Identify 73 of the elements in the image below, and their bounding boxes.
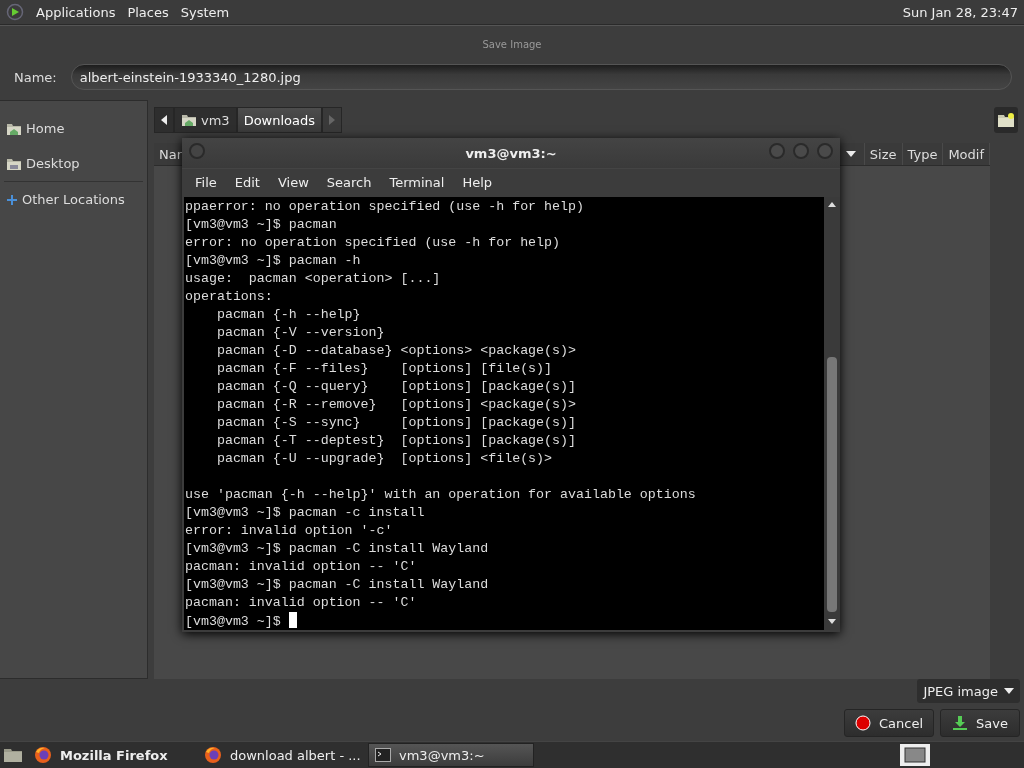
terminal-line: use 'pacman {-h --help}' with an operation for available options [185,486,696,504]
sidebar-item[interactable]: Other Locations [0,182,147,217]
panel-menu[interactable]: System [180,4,230,20]
file-type-dropdown[interactable]: JPEG image [917,679,1020,703]
terminal-line: pacman {-V --version} [215,325,385,340]
menu-item[interactable]: Help [453,174,502,190]
back-button[interactable] [154,107,174,133]
home-folder-icon [181,113,197,127]
panel-menu[interactable]: Applications [36,4,116,20]
menu-item[interactable]: View [268,174,318,190]
new-folder-button[interactable] [994,107,1018,133]
terminal-icon [375,748,391,762]
firefox-icon [34,746,52,764]
workspace-switcher[interactable] [900,744,930,766]
path-button[interactable]: Downloads [236,107,323,133]
folder-star-icon [997,112,1015,128]
terminal-line: error: no operation specified (use -h for help) [185,235,561,250]
menu-item[interactable]: Search [317,174,381,190]
terminal-line: [vm3@vm3 ~]$ [185,614,282,629]
caret-down-icon [1004,688,1014,694]
terminal-line: [vm3@vm3 ~]$ pacman -C install Wayland [185,577,489,592]
cursor [288,612,297,628]
terminal-line: pacman: invalid option -- 'C' [185,559,417,574]
terminal-line: ppaerror: no operation specified (use -h for help) [185,199,584,214]
menu-item[interactable]: File [186,174,226,190]
distro-logo-icon [6,3,24,21]
terminal-line: [vm3@vm3 ~]$ pacman -c install [185,505,425,520]
save-button[interactable]: Save [940,709,1020,737]
path-button[interactable]: vm3 [174,107,237,133]
cancel-button[interactable]: Cancel [843,709,934,737]
terminal-line: pacman {-D --database} <options> <package(s)> [215,343,576,358]
desktop-folder-icon [6,156,22,171]
taskbar-item[interactable]: vm3@vm3:~ [368,743,534,767]
workspace-icon [904,747,926,763]
terminal-line: pacman {-U --upgrade} [options] <file(s)> [215,451,553,466]
panel-clock[interactable]: Sun Jan 28, 23:47 [902,4,1018,20]
panel-menu[interactable]: Places [127,4,169,20]
plus-icon [6,193,18,206]
left-arrow-icon [161,115,167,125]
terminal-line: pacman {-S --sync} [options] [package(s)] [215,415,576,430]
window-title: vm3@vm3:~ [465,145,557,161]
terminal-line: pacman {-T --deptest} [options] [package(s)] [215,433,576,448]
column-header[interactable]: Size [864,143,903,165]
sidebar-item[interactable]: Desktop [0,146,147,181]
terminal-line: pacman {-h --help} [215,307,361,322]
dialog-title: Save Image [0,25,1024,62]
column-header[interactable]: Modif [943,143,990,165]
terminal-line: pacman {-F --files} [options] [file(s)] [215,361,553,376]
home-folder-icon [6,121,22,136]
column-header[interactable]: Type [902,143,944,165]
taskbar-item[interactable]: Mozilla Firefox [28,743,194,767]
terminal-line: [vm3@vm3 ~]$ pacman [185,217,337,232]
show-desktop-icon[interactable] [2,746,24,764]
taskbar-item[interactable]: download albert - ... [198,743,364,767]
terminal-line: [vm3@vm3 ~]$ pacman -h [185,253,361,268]
terminal-line: [vm3@vm3 ~]$ pacman -C install Wayland [185,541,489,556]
forward-button[interactable] [322,107,343,133]
terminal-line: error: invalid option '-c' [185,523,393,538]
download-icon [952,715,969,731]
firefox-icon [204,746,222,764]
menu-item[interactable]: Terminal [380,174,454,190]
stop-icon [854,715,871,731]
terminal-line: pacman: invalid option -- 'C' [185,595,417,610]
terminal-line: operations: [185,289,273,304]
sort-down-icon [845,151,856,157]
menu-item[interactable]: Edit [225,174,269,190]
sidebar-item[interactable]: Home [0,111,147,146]
name-label: Name: [14,69,57,85]
terminal-line: pacman {-R --remove} [options] <package(s)> [215,397,576,412]
name-field[interactable]: albert-einstein-1933340_1280.jpg [70,64,1012,90]
terminal-line: pacman {-Q --query} [options] [package(s)] [215,379,576,394]
terminal-line: usage: pacman <operation> [...] [185,271,441,286]
right-arrow-icon [329,115,336,125]
